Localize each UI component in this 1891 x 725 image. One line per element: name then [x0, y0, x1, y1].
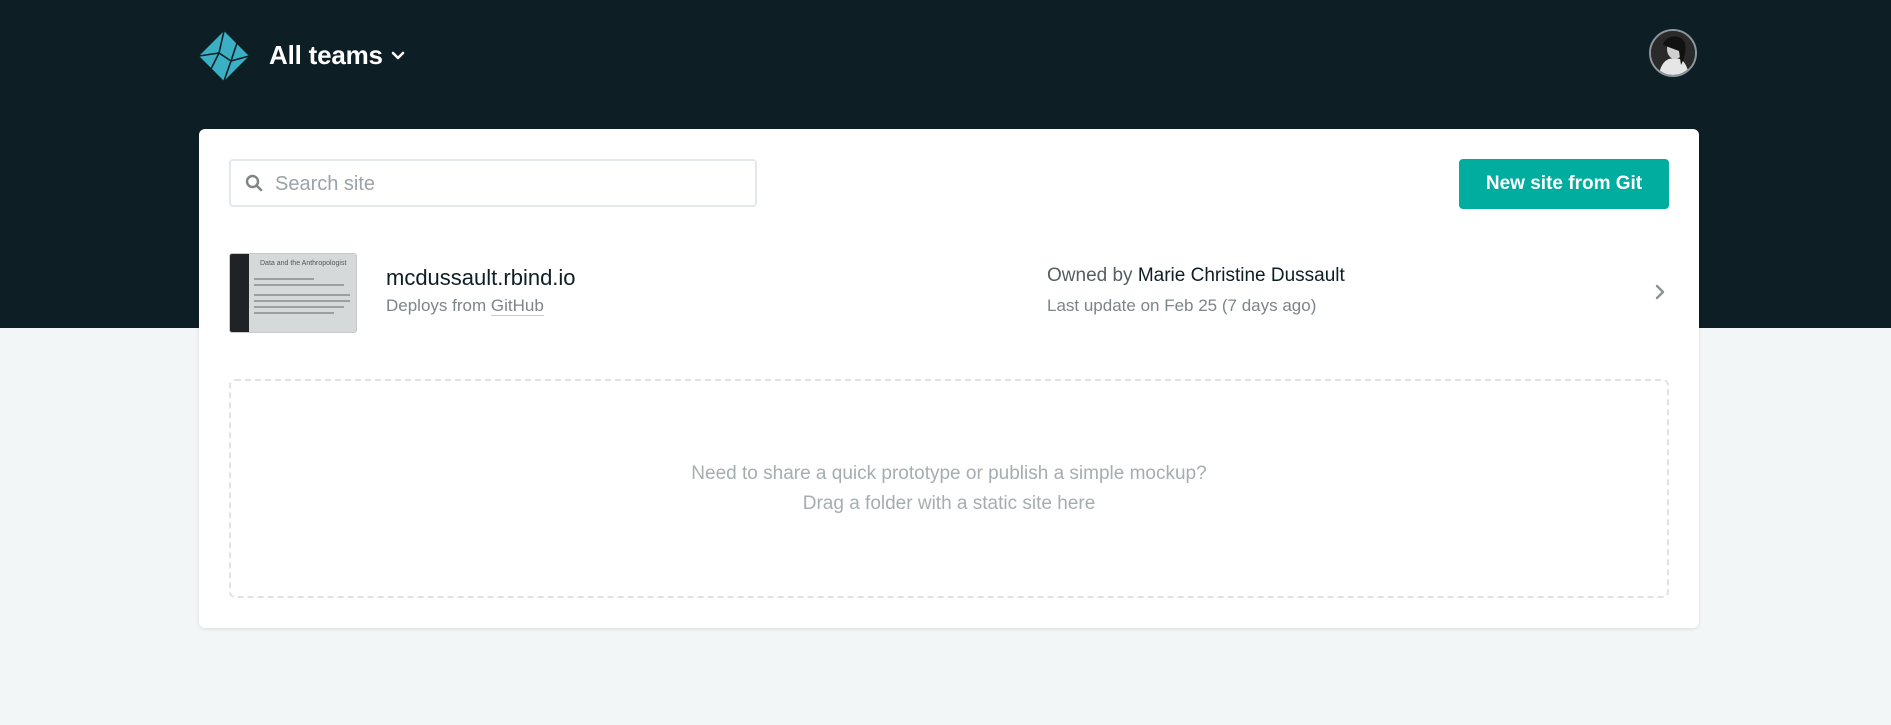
dropzone-text-line-2: Drag a folder with a static site here: [802, 492, 1096, 514]
top-header: All teams: [198, 27, 1699, 82]
site-thumbnail-title: Data and the Anthropologist: [260, 260, 347, 267]
site-name: mcdussault.rbind.io: [386, 265, 576, 290]
new-site-from-git-button[interactable]: New site from Git: [1459, 159, 1669, 209]
deploy-source-prefix: Deploys from: [386, 296, 491, 315]
deploy-provider-link[interactable]: GitHub: [490, 296, 544, 316]
owner-name: Marie Christine Dussault: [1137, 265, 1345, 286]
dropzone-text-line-1: Need to share a quick prototype or publi…: [691, 462, 1207, 484]
site-deploy-source: Deploys from GitHub: [386, 296, 544, 316]
team-switcher[interactable]: All teams: [269, 37, 405, 73]
netlify-logo-icon[interactable]: [198, 30, 250, 82]
team-switcher-label: All teams: [269, 39, 383, 70]
search-site-input[interactable]: [273, 169, 747, 199]
site-last-update: Last update on Feb 25 (7 days ago): [1047, 296, 1317, 315]
site-list-item[interactable]: Data and the Anthropologist mcdussault.r…: [229, 249, 1669, 333]
site-thumbnail: Data and the Anthropologist: [229, 253, 357, 333]
owner-prefix: Owned by: [1047, 265, 1138, 286]
deploy-dropzone[interactable]: Need to share a quick prototype or publi…: [229, 379, 1669, 598]
chevron-down-icon: [391, 48, 405, 66]
user-avatar[interactable]: [1649, 29, 1697, 77]
site-owner: Owned by Marie Christine Dussault: [1047, 265, 1345, 287]
chevron-right-icon: [1654, 284, 1666, 300]
search-site-field[interactable]: [229, 159, 757, 207]
search-icon: [245, 174, 263, 192]
sites-panel: New site from Git Data and the Anthropol…: [199, 129, 1699, 628]
